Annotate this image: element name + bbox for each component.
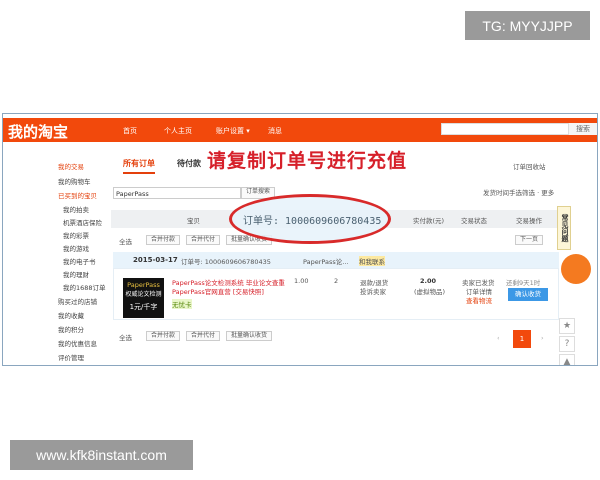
thumb-line: 权威论文检测	[125, 291, 162, 298]
nav-account[interactable]: 账户设置 ▾	[216, 126, 250, 136]
thumb-price: 1元/千字	[129, 303, 158, 311]
favorite-icon[interactable]: ★	[559, 318, 575, 334]
help-icon[interactable]: ?	[559, 336, 575, 352]
contact-seller[interactable]: 和我联系	[359, 256, 385, 266]
order-search-input[interactable]: PaperPass	[113, 187, 241, 199]
back-to-top-icon[interactable]: ▲	[559, 354, 575, 365]
page-1[interactable]: 1	[513, 330, 531, 348]
batch-confirm-button-bottom[interactable]: 批量确认收货	[226, 331, 273, 341]
logo[interactable]: 我的淘宝	[8, 121, 68, 142]
product-thumbnail[interactable]: PaperPass 权威论文检测 1元/千字	[123, 278, 164, 318]
sidebar-item[interactable]: 我的积分	[58, 324, 84, 334]
sidebar-item[interactable]: 我的购物车	[58, 176, 91, 186]
col-item: 宝贝	[187, 217, 200, 225]
nav-profile[interactable]: 个人主页	[164, 126, 192, 136]
nav-home[interactable]: 首页	[123, 126, 137, 136]
taobao-screenshot: 我的淘宝 首页 个人主页 账户设置 ▾ 消息 搜索 我的交易 我的购物车 已买到…	[2, 113, 598, 366]
tab-all-orders[interactable]: 所有订单	[123, 158, 155, 174]
merge-proxy-button-bottom[interactable]: 合并代付	[186, 331, 221, 341]
sidebar-item[interactable]: 我的游戏	[63, 243, 89, 253]
col-action: 交易操作	[516, 217, 542, 225]
badge: 无忧卡	[172, 299, 192, 309]
paid-amount: 2.00	[420, 277, 437, 285]
sidebar-item[interactable]: 机票酒店保险	[63, 217, 102, 227]
sidebar-item[interactable]: 我的理财	[63, 269, 89, 279]
thumb-brand: PaperPass	[127, 281, 160, 289]
select-all-checkbox-bottom[interactable]: 全选	[119, 332, 132, 342]
col-paid: 实付款(元)	[413, 217, 445, 225]
confirm-receipt-button[interactable]: 确认收货	[508, 288, 548, 301]
recycle-bin-link[interactable]: 订单回收站	[513, 161, 546, 171]
sidebar-item[interactable]: 我的拍卖	[63, 204, 89, 214]
merge-pay-button-bottom[interactable]: 合并付款	[146, 331, 181, 341]
header-bar: 我的淘宝 首页 个人主页 账户设置 ▾ 消息 搜索	[3, 118, 597, 142]
order-body: PaperPass论文检测系统 毕业论文查重 PaperPass官网直营 [交易…	[113, 268, 559, 320]
remaining-time: 还剩9天1时	[506, 279, 541, 287]
sidebar-item[interactable]: 我的收藏	[58, 310, 84, 320]
sidebar-item[interactable]: 评价管理	[58, 352, 84, 362]
shop-name[interactable]: PaperPass论...	[303, 256, 349, 266]
tab-pending-payment[interactable]: 待付款	[177, 158, 201, 169]
paid-note: (虚拟物品)	[414, 288, 446, 296]
sidebar-item[interactable]: 购买过的店铺	[58, 296, 97, 306]
search-input[interactable]	[441, 123, 569, 135]
watermark-top: TG: MYYJJPP	[465, 11, 590, 40]
filter-note[interactable]: 发货时间手选筛选 · 更多	[483, 187, 554, 197]
faq-tab[interactable]: 常见问题	[557, 206, 571, 250]
mascot-icon[interactable]	[561, 254, 591, 284]
sidebar-item[interactable]: 已买到的宝贝	[58, 190, 97, 200]
order-number-label: 订单号: 1000609606780435	[181, 258, 271, 266]
highlighted-order-number: 订单号: 1000609606780435	[243, 216, 382, 227]
next-page-small[interactable]: 下一页	[515, 235, 544, 245]
search-button[interactable]: 搜索	[569, 123, 597, 135]
item-price: 1.00	[294, 277, 309, 285]
next-page[interactable]: ›	[541, 334, 544, 342]
logistics-link[interactable]: 查看物流	[466, 295, 492, 305]
sidebar-item[interactable]: 我的彩票	[63, 230, 89, 240]
sidebar-item[interactable]: 我的优惠信息	[58, 338, 97, 348]
col-status: 交易状态	[461, 217, 487, 225]
select-all-checkbox[interactable]: 全选	[119, 236, 132, 246]
sidebar-item[interactable]: 我的交易	[58, 161, 84, 171]
sidebar-item[interactable]: 我的电子书	[63, 256, 96, 266]
order-header-row: 2015-03-17 订单号: 1000609606780435 PaperPa…	[113, 252, 559, 268]
nav-messages[interactable]: 消息	[268, 126, 282, 136]
instruction-text: 请复制订单号进行充值	[207, 150, 408, 172]
merge-proxy-button[interactable]: 合并代付	[186, 235, 221, 245]
item-qty: 2	[334, 277, 339, 285]
merge-pay-button[interactable]: 合并付款	[146, 235, 181, 245]
complain-link[interactable]: 投诉卖家	[360, 286, 386, 296]
order-date: 2015-03-17	[133, 256, 178, 264]
prev-page[interactable]: ‹	[497, 334, 500, 342]
item-title-2[interactable]: PaperPass官网直营 [交易快照]	[172, 286, 264, 296]
watermark-bottom: www.kfk8instant.com	[10, 440, 193, 470]
sidebar-item[interactable]: 我的1688订单	[63, 282, 106, 292]
